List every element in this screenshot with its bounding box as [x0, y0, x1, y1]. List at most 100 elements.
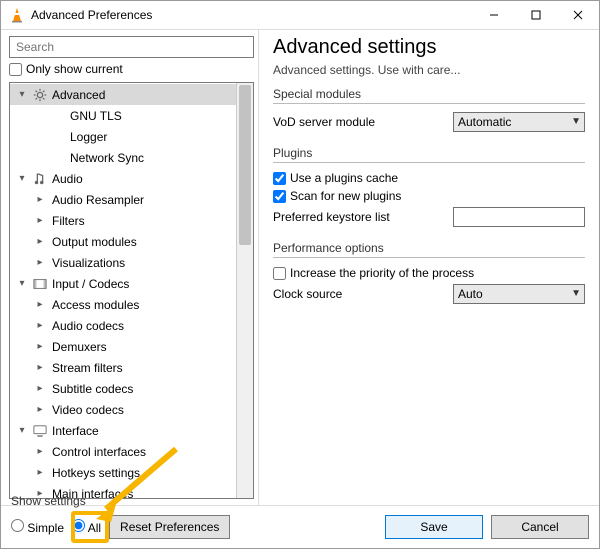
- maximize-button[interactable]: [515, 1, 557, 29]
- tree-item[interactable]: ▾ Interface: [10, 420, 253, 441]
- clock-combo-value: Auto: [458, 287, 483, 301]
- chevron-right-icon[interactable]: ▸: [32, 446, 48, 457]
- window-title: Advanced Preferences: [31, 8, 473, 22]
- tree-item[interactable]: ▸ Subtitle codecs: [10, 378, 253, 399]
- titlebar: Advanced Preferences: [1, 1, 599, 30]
- save-button[interactable]: Save: [385, 515, 483, 539]
- tree-item-label: Access modules: [52, 298, 139, 312]
- search-input[interactable]: [9, 36, 254, 58]
- tree-item-label: GNU TLS: [70, 109, 122, 123]
- chevron-right-icon[interactable]: ▸: [32, 299, 48, 310]
- settings-tree[interactable]: ▾ Advanced GNU TLS Logger Network Sync ▾ Audio…: [10, 83, 253, 498]
- tree-item-label: Stream filters: [52, 361, 123, 375]
- chevron-right-icon[interactable]: ▸: [32, 236, 48, 247]
- clock-combo[interactable]: Auto ▼: [453, 284, 585, 304]
- tree-item-label: Visualizations: [52, 256, 125, 270]
- tree-item[interactable]: ▸ Hotkeys settings: [10, 462, 253, 483]
- minimize-button[interactable]: [473, 1, 515, 29]
- only-show-current-label: Only show current: [26, 62, 123, 76]
- radio-all[interactable]: All: [72, 519, 101, 535]
- priority-row[interactable]: Increase the priority of the process: [273, 266, 585, 280]
- group-plugins-title: Plugins: [273, 146, 585, 163]
- cancel-button[interactable]: Cancel: [491, 515, 589, 539]
- tree-item[interactable]: ▸ Audio Resampler: [10, 189, 253, 210]
- vod-combo-value: Automatic: [458, 115, 511, 129]
- tree-item[interactable]: GNU TLS: [10, 105, 253, 126]
- tree-item-label: Filters: [52, 214, 85, 228]
- tree-item[interactable]: ▸ Control interfaces: [10, 441, 253, 462]
- tree-item[interactable]: ▸ Access modules: [10, 294, 253, 315]
- tree-item[interactable]: ▸ Visualizations: [10, 252, 253, 273]
- tree-item-label: Audio Resampler: [52, 193, 144, 207]
- tree-item-label: Audio: [52, 172, 83, 186]
- chevron-right-icon[interactable]: ▸: [32, 467, 48, 478]
- vod-combo[interactable]: Automatic ▼: [453, 112, 585, 132]
- page-title: Advanced settings: [273, 36, 585, 59]
- audio-icon: [32, 171, 48, 187]
- tree-item[interactable]: ▸ Video codecs: [10, 399, 253, 420]
- tree-item-label: Audio codecs: [52, 319, 124, 333]
- tree-item-label: Video codecs: [52, 403, 124, 417]
- vlc-cone-icon: [9, 7, 25, 23]
- tree-scrollbar[interactable]: [236, 83, 253, 498]
- tree-item[interactable]: ▾ Advanced: [10, 84, 253, 105]
- plugins-scan-label: Scan for new plugins: [290, 189, 401, 203]
- tree-item[interactable]: Network Sync: [10, 147, 253, 168]
- plugins-cache-label: Use a plugins cache: [290, 171, 398, 185]
- gear-icon: [32, 87, 48, 103]
- tree-item[interactable]: ▸ Output modules: [10, 231, 253, 252]
- chevron-right-icon[interactable]: ▸: [32, 257, 48, 268]
- chevron-down-icon[interactable]: ▾: [14, 425, 30, 436]
- group-perf-title: Performance options: [273, 241, 585, 258]
- tree-item-label: Subtitle codecs: [52, 382, 133, 396]
- keystore-label: Preferred keystore list: [273, 210, 453, 224]
- tree-item[interactable]: ▾ Input / Codecs: [10, 273, 253, 294]
- scrollbar-thumb[interactable]: [239, 85, 251, 245]
- chevron-right-icon[interactable]: ▸: [32, 194, 48, 205]
- only-show-current[interactable]: Only show current: [9, 62, 254, 76]
- chevron-right-icon[interactable]: ▸: [32, 341, 48, 352]
- tree-item-label: Logger: [70, 130, 107, 144]
- tree-item-label: Network Sync: [70, 151, 144, 165]
- codecs-icon: [32, 276, 48, 292]
- chevron-down-icon[interactable]: ▾: [14, 173, 30, 184]
- chevron-down-icon: ▼: [571, 288, 581, 299]
- chevron-right-icon[interactable]: ▸: [32, 404, 48, 415]
- plugins-scan-checkbox[interactable]: [273, 190, 286, 203]
- tree-item-label: Input / Codecs: [52, 277, 129, 291]
- group-special-title: Special modules: [273, 87, 585, 104]
- show-settings-label: Show settings: [11, 494, 86, 508]
- chevron-right-icon[interactable]: ▸: [32, 383, 48, 394]
- tree-item[interactable]: ▸ Filters: [10, 210, 253, 231]
- chevron-down-icon[interactable]: ▾: [14, 89, 30, 100]
- plugins-cache-row[interactable]: Use a plugins cache: [273, 171, 585, 185]
- tree-item-label: Output modules: [52, 235, 137, 249]
- plugins-scan-row[interactable]: Scan for new plugins: [273, 189, 585, 203]
- tree-item[interactable]: ▸ Demuxers: [10, 336, 253, 357]
- tree-item[interactable]: ▾ Audio: [10, 168, 253, 189]
- only-show-current-checkbox[interactable]: [9, 63, 22, 76]
- page-subtitle: Advanced settings. Use with care...: [273, 63, 585, 77]
- clock-label: Clock source: [273, 287, 453, 301]
- keystore-input[interactable]: [453, 207, 585, 227]
- tree-item[interactable]: ▸ Audio codecs: [10, 315, 253, 336]
- tree-item-label: Control interfaces: [52, 445, 146, 459]
- interface-icon: [32, 423, 48, 439]
- tree-item-label: Hotkeys settings: [52, 466, 140, 480]
- tree-item-label: Interface: [52, 424, 99, 438]
- chevron-down-icon: ▼: [571, 116, 581, 127]
- chevron-right-icon[interactable]: ▸: [32, 320, 48, 331]
- priority-checkbox[interactable]: [273, 267, 286, 280]
- radio-simple[interactable]: Simple: [11, 519, 64, 535]
- tree-item-label: Demuxers: [52, 340, 107, 354]
- tree-item[interactable]: Logger: [10, 126, 253, 147]
- close-button[interactable]: [557, 1, 599, 29]
- chevron-right-icon[interactable]: ▸: [32, 362, 48, 373]
- tree-item-label: Advanced: [52, 88, 105, 102]
- plugins-cache-checkbox[interactable]: [273, 172, 286, 185]
- tree-item[interactable]: ▸ Stream filters: [10, 357, 253, 378]
- chevron-right-icon[interactable]: ▸: [32, 215, 48, 226]
- chevron-down-icon[interactable]: ▾: [14, 278, 30, 289]
- reset-preferences-button[interactable]: Reset Preferences: [109, 515, 230, 539]
- priority-label: Increase the priority of the process: [290, 266, 474, 280]
